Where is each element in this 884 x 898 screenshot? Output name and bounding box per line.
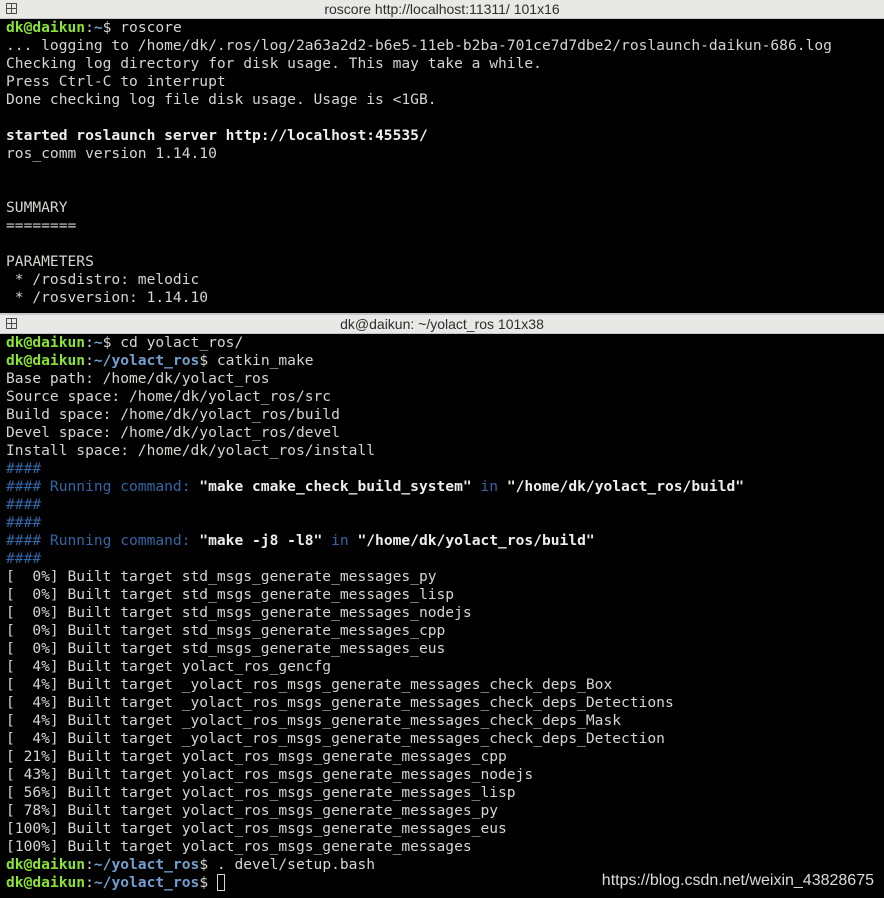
- yolact-terminal-pane[interactable]: dk@daikun: ~/yolact_ros 101x38 dk@daikun…: [0, 315, 884, 898]
- build-line: [100%] Built target yolact_ros_msgs_gene…: [6, 820, 507, 837]
- output-line: started roslaunch server http://localhos…: [6, 127, 428, 144]
- prompt-path: ~/yolact_ros: [93, 352, 200, 369]
- prompt-user: dk@daikun: [6, 856, 86, 873]
- prompt-command: cd yolact_ros/: [120, 334, 244, 351]
- output-line: Press Ctrl-C to interrupt: [6, 73, 226, 90]
- terminal-title: roscore http://localhost:11311/ 101x16: [324, 1, 560, 17]
- build-line: [ 78%] Built target yolact_ros_msgs_gene…: [6, 802, 499, 819]
- output-line: Build space: /home/dk/yolact_ros/build: [6, 406, 340, 423]
- build-line: [100%] Built target yolact_ros_msgs_gene…: [6, 838, 472, 855]
- hash-line: ####: [6, 514, 42, 531]
- output-line: ... logging to /home/dk/.ros/log/2a63a2d…: [6, 37, 832, 54]
- build-line: [ 0%] Built target std_msgs_generate_mes…: [6, 604, 472, 621]
- running-command-line: #### Running command: "make cmake_check_…: [6, 478, 745, 495]
- output-line: Source space: /home/dk/yolact_ros/src: [6, 388, 332, 405]
- roscore-terminal-titlebar[interactable]: roscore http://localhost:11311/ 101x16: [0, 0, 884, 19]
- output-line: Base path: /home/dk/yolact_ros: [6, 370, 270, 387]
- prompt-line: dk@daikun:~/yolact_ros$ catkin_make: [6, 352, 314, 369]
- prompt-line: dk@daikun:~$ roscore: [6, 19, 182, 36]
- build-line: [ 4%] Built target _yolact_ros_msgs_gene…: [6, 730, 665, 747]
- output-line: SUMMARY: [6, 199, 68, 216]
- prompt-path: ~/yolact_ros: [93, 874, 200, 891]
- prompt-line: dk@daikun:~$ cd yolact_ros/: [6, 334, 244, 351]
- output-line: ========: [6, 217, 77, 234]
- build-line: [ 21%] Built target yolact_ros_msgs_gene…: [6, 748, 507, 765]
- build-line: [ 0%] Built target std_msgs_generate_mes…: [6, 640, 446, 657]
- build-line: [ 0%] Built target std_msgs_generate_mes…: [6, 622, 446, 639]
- prompt-user: dk@daikun: [6, 19, 86, 36]
- prompt-user: dk@daikun: [6, 334, 86, 351]
- hash-line: ####: [6, 460, 42, 477]
- build-line: [ 43%] Built target yolact_ros_msgs_gene…: [6, 766, 534, 783]
- output-line: Checking log directory for disk usage. T…: [6, 55, 542, 72]
- output-line: ros_comm version 1.14.10: [6, 145, 217, 162]
- prompt-command: roscore: [120, 19, 182, 36]
- build-line: [ 4%] Built target _yolact_ros_msgs_gene…: [6, 712, 622, 729]
- output-line: Done checking log file disk usage. Usage…: [6, 91, 437, 108]
- build-line: [ 56%] Built target yolact_ros_msgs_gene…: [6, 784, 516, 801]
- prompt-command: catkin_make: [216, 352, 314, 369]
- output-line: PARAMETERS: [6, 253, 94, 270]
- hash-line: ####: [6, 496, 42, 513]
- output-line: Devel space: /home/dk/yolact_ros/devel: [6, 424, 340, 441]
- prompt-path: ~/yolact_ros: [93, 856, 200, 873]
- prompt-user: dk@daikun: [6, 874, 86, 891]
- prompt-command: . devel/setup.bash: [216, 856, 376, 873]
- terminal-output[interactable]: dk@daikun:~$ roscore ... logging to /hom…: [0, 19, 884, 313]
- build-line: [ 4%] Built target _yolact_ros_msgs_gene…: [6, 694, 674, 711]
- running-command-line: #### Running command: "make -j8 -l8" in …: [6, 532, 595, 549]
- text-cursor: [216, 874, 225, 891]
- roscore-terminal-pane[interactable]: roscore http://localhost:11311/ 101x16 d…: [0, 0, 884, 313]
- yolact-terminal-titlebar[interactable]: dk@daikun: ~/yolact_ros 101x38: [0, 315, 884, 334]
- prompt-user: dk@daikun: [6, 352, 86, 369]
- watermark: https://blog.csdn.net/weixin_43828675: [601, 872, 874, 889]
- hash-line: ####: [6, 550, 42, 567]
- build-line: [ 4%] Built target _yolact_ros_msgs_gene…: [6, 676, 613, 693]
- build-line: [ 0%] Built target std_msgs_generate_mes…: [6, 568, 437, 585]
- output-line: Install space: /home/dk/yolact_ros/insta…: [6, 442, 376, 459]
- prompt-path: ~: [93, 19, 103, 36]
- terminal-output[interactable]: dk@daikun:~$ cd yolact_ros/ dk@daikun:~/…: [0, 334, 884, 898]
- build-line: [ 4%] Built target yolact_ros_gencfg: [6, 658, 332, 675]
- output-line: * /rosdistro: melodic: [6, 271, 200, 288]
- output-line: * /rosversion: 1.14.10: [6, 289, 209, 306]
- prompt-path: ~: [93, 334, 103, 351]
- terminal-title: dk@daikun: ~/yolact_ros 101x38: [340, 316, 544, 332]
- build-line: [ 0%] Built target std_msgs_generate_mes…: [6, 586, 455, 603]
